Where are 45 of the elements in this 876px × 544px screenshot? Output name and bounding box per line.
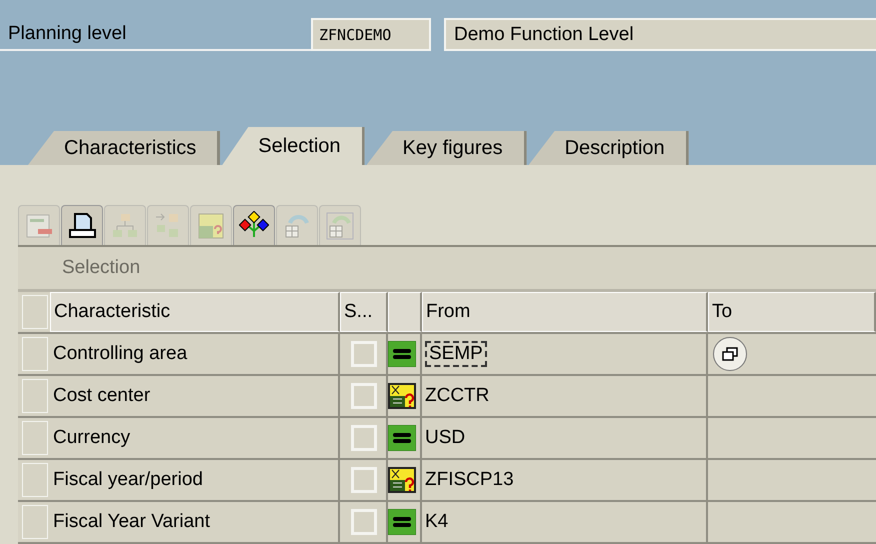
row-selector[interactable] <box>22 505 48 539</box>
variable-operator-button[interactable] <box>388 383 416 409</box>
from-value-field[interactable]: SEMP <box>425 341 487 367</box>
checkbox[interactable] <box>351 509 377 535</box>
column-header[interactable]: S... <box>340 292 388 332</box>
from-value-field[interactable]: ZCCTR <box>425 385 490 407</box>
planning-level-label: Planning level <box>0 18 311 51</box>
table-cycle-icon <box>325 210 355 240</box>
checkbox[interactable] <box>351 425 377 451</box>
table-cell: Fiscal Year Variant <box>53 511 210 533</box>
checkbox[interactable] <box>351 467 377 493</box>
toolbar-button[interactable] <box>233 205 275 245</box>
table-cell: Controlling area <box>53 343 188 365</box>
column-header[interactable]: To <box>708 292 876 332</box>
row-selector[interactable] <box>22 421 48 455</box>
checkbox[interactable] <box>351 341 377 367</box>
planning-level-description-field[interactable]: Demo Function Level <box>444 18 876 51</box>
equals-operator-button[interactable] <box>388 509 416 535</box>
row-selector[interactable] <box>22 337 48 371</box>
tab[interactable]: Selection <box>222 127 365 165</box>
table-cell: Cost center <box>53 385 150 407</box>
variable-icon <box>196 210 226 240</box>
table-cell: Fiscal year/period <box>53 469 203 491</box>
table-cell: Currency <box>53 427 130 449</box>
printer-icon <box>67 210 97 240</box>
equals-operator-button[interactable] <box>388 425 416 451</box>
select-all-button[interactable] <box>22 295 48 329</box>
planning-level-code-field[interactable]: ZFNCDEMO <box>311 18 431 51</box>
checkbox[interactable] <box>351 383 377 409</box>
tab[interactable]: Key figures <box>366 131 527 165</box>
from-value-field[interactable]: K4 <box>425 511 448 533</box>
multiple-selection-button[interactable] <box>713 337 747 371</box>
column-header[interactable]: From <box>422 292 708 332</box>
variable-operator-button[interactable] <box>388 467 416 493</box>
row-selector[interactable] <box>22 463 48 497</box>
from-value-field[interactable]: USD <box>425 427 466 449</box>
tab[interactable]: Description <box>528 131 689 165</box>
equals-operator-button[interactable] <box>388 341 416 367</box>
windows-icon <box>722 347 738 361</box>
tab[interactable]: Characteristics <box>28 131 220 165</box>
from-value-field[interactable]: ZFISCP13 <box>425 469 514 491</box>
column-header[interactable] <box>388 292 422 332</box>
toolbar-button[interactable] <box>61 205 103 245</box>
column-header[interactable]: Characteristic <box>50 292 340 332</box>
row-selector[interactable] <box>22 379 48 413</box>
